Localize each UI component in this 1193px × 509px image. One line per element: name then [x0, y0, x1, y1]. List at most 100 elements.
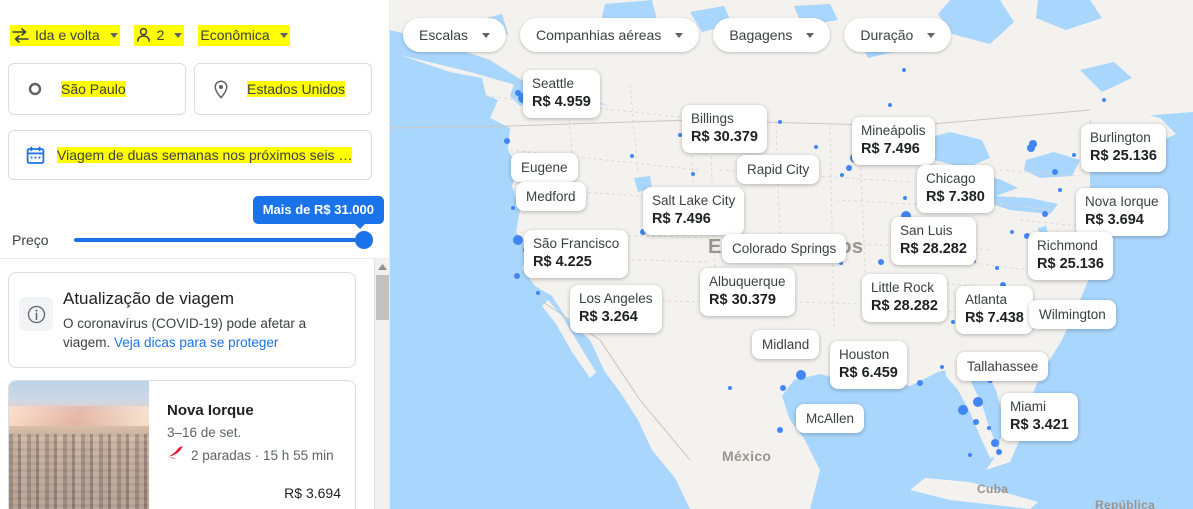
price-filter: Preço — [12, 225, 378, 255]
panel-divider — [0, 258, 389, 259]
map-city-dot[interactable] — [1042, 211, 1048, 217]
filter-stops-button[interactable]: Escalas — [403, 18, 507, 52]
map-city-dot[interactable] — [1052, 169, 1058, 175]
pin-city-label: Colorado Springs — [732, 241, 837, 256]
travel-update-title: Atualização de viagem — [63, 289, 235, 308]
cabin-class-selector[interactable]: Econômica — [198, 24, 290, 46]
map-city-dot[interactable] — [1102, 98, 1106, 102]
map-city-dot[interactable] — [1027, 144, 1035, 152]
map-price-pin[interactable]: Eugene — [511, 153, 578, 182]
pin-city-label: Houston — [839, 347, 890, 362]
origin-field[interactable]: São Paulo — [8, 63, 186, 115]
map-price-pin[interactable]: Medford — [516, 182, 586, 211]
filter-duration-button[interactable]: Duração — [844, 18, 952, 52]
filter-airlines-button[interactable]: Companhias aéreas — [520, 18, 700, 52]
map-city-dot[interactable] — [1072, 153, 1076, 157]
map-price-pin[interactable]: Colorado Springs — [722, 234, 847, 263]
map-price-pin[interactable]: Albuquerque R$ 30.379 — [700, 268, 795, 316]
map-city-dot[interactable] — [814, 145, 818, 149]
map-price-pin[interactable]: Salt Lake City R$ 7.496 — [643, 187, 745, 235]
map-price-pin[interactable]: Houston R$ 6.459 — [830, 341, 907, 389]
map-price-pin[interactable]: Miami R$ 3.421 — [1001, 393, 1078, 441]
pin-city-label: McAllen — [806, 411, 855, 426]
map-price-pin[interactable]: Little Rock R$ 28.282 — [862, 274, 947, 322]
map-city-dot[interactable] — [796, 370, 806, 380]
map-price-pin[interactable]: Rapid City — [737, 155, 820, 184]
map-city-dot[interactable] — [902, 68, 906, 72]
map-price-pin[interactable]: Midland — [752, 330, 820, 359]
map-city-dot[interactable] — [878, 259, 884, 265]
map-city-dot[interactable] — [951, 320, 955, 324]
map-city-dot[interactable] — [780, 385, 786, 391]
filter-bags-button[interactable]: Bagagens — [713, 18, 831, 52]
map-price-pin[interactable]: Los Angeles R$ 3.264 — [570, 285, 662, 333]
chevron-down-icon — [482, 32, 491, 38]
map-price-pin[interactable]: Seattle R$ 4.959 — [523, 70, 600, 118]
map-city-dot[interactable] — [940, 365, 944, 369]
map-price-pin[interactable]: Atlanta R$ 7.438 — [956, 286, 1033, 334]
map-city-dot[interactable] — [504, 138, 510, 144]
search-panel: Ida e volta 2 Econômica São Paulo Estado… — [0, 0, 390, 509]
map-city-dot[interactable] — [840, 173, 844, 177]
map-city-dot[interactable] — [973, 419, 979, 425]
map-price-pin[interactable]: McAllen — [796, 404, 865, 433]
map-price-pin[interactable]: Wilmington — [1029, 300, 1116, 329]
map-city-dot[interactable] — [995, 266, 999, 270]
price-slider-thumb[interactable] — [355, 231, 373, 249]
map-price-pin[interactable]: Chicago R$ 7.380 — [917, 165, 994, 213]
map-price-pin[interactable]: San Luis R$ 28.282 — [891, 217, 976, 265]
trip-type-selector[interactable]: Ida e volta — [10, 24, 120, 46]
map-city-dot[interactable] — [630, 154, 634, 158]
map-price-pin[interactable]: São Francisco R$ 4.225 — [524, 230, 629, 278]
map-city-dot[interactable] — [968, 453, 972, 457]
map-city-dot[interactable] — [515, 90, 521, 96]
map-city-dot[interactable] — [536, 291, 540, 295]
map-city-dot[interactable] — [728, 386, 732, 390]
map-city-dot[interactable] — [511, 206, 515, 210]
panel-scrollbar[interactable] — [374, 259, 389, 509]
map-city-dot[interactable] — [513, 235, 523, 245]
map-city-dot[interactable] — [888, 103, 892, 107]
map-city-dot[interactable] — [917, 380, 923, 386]
map-city-dot[interactable] — [958, 405, 968, 415]
scroll-up-arrow-icon[interactable] — [375, 259, 389, 274]
destination-field[interactable]: Estados Unidos — [194, 63, 372, 115]
map-price-pin[interactable]: Burlington R$ 25.136 — [1081, 124, 1166, 172]
calendar-icon — [23, 146, 47, 165]
map-price-pin[interactable]: Mineápolis R$ 7.496 — [852, 117, 935, 165]
map-city-dot[interactable] — [778, 120, 782, 124]
map-price-pin[interactable]: Nova Iorque R$ 3.694 — [1076, 188, 1168, 236]
map-city-dot[interactable] — [514, 273, 520, 279]
map-city-dot[interactable] — [1010, 230, 1014, 234]
pin-city-label: Chicago — [926, 171, 976, 186]
map-city-dot[interactable] — [987, 426, 991, 430]
destination-stops: 2 paradas · 15 h 55 min — [191, 447, 334, 463]
cabin-class-label: Econômica — [200, 26, 270, 43]
chevron-down-icon — [279, 32, 288, 38]
map-city-dot[interactable] — [973, 397, 983, 407]
map-city-dot[interactable] — [846, 165, 852, 171]
pin-city-label: Little Rock — [871, 280, 935, 295]
chevron-down-icon — [174, 32, 183, 38]
map-city-dot[interactable] — [691, 172, 695, 176]
pin-city-label: Medford — [526, 189, 576, 204]
passengers-selector[interactable]: 2 — [133, 24, 185, 46]
map-price-pin[interactable]: Richmond R$ 25.136 — [1028, 232, 1113, 280]
pin-city-label: Atlanta — [965, 292, 1008, 307]
map-city-dot[interactable] — [777, 427, 783, 433]
map-price-pin[interactable]: Tallahassee — [957, 352, 1049, 381]
map-city-dot[interactable] — [991, 439, 999, 447]
map-city-dot[interactable] — [1058, 188, 1062, 192]
destination-value: Estados Unidos — [247, 81, 346, 97]
dates-field[interactable]: Viagem de duas semanas nos próximos seis… — [8, 130, 372, 180]
destination-result-card[interactable]: Nova Iorque 3–16 de set. 2 paradas · 15 … — [8, 380, 356, 509]
geo-label-republica: República — [1095, 498, 1156, 509]
destination-map[interactable]: Estados Unidos México Cuba República Sea… — [390, 0, 1193, 509]
travel-tips-link[interactable]: Veja dicas para se proteger — [114, 335, 278, 350]
map-city-dot[interactable] — [903, 196, 907, 200]
scrollbar-thumb[interactable] — [376, 275, 389, 320]
passengers-count: 2 — [156, 26, 165, 43]
price-slider-track[interactable] — [74, 231, 373, 249]
map-city-dot[interactable] — [996, 449, 1002, 455]
map-price-pin[interactable]: Billings R$ 30.379 — [682, 105, 767, 153]
